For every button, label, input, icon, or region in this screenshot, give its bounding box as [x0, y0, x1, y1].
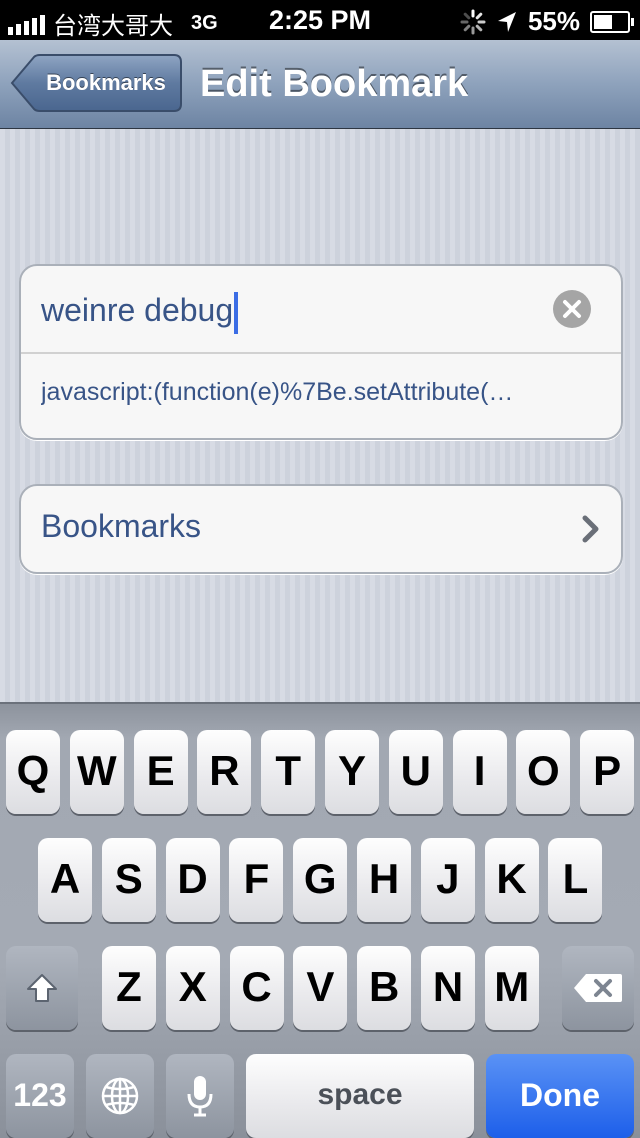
bookmark-fields-group: weinre debug javascript:(function(e)%7Be…: [19, 264, 623, 440]
globe-key[interactable]: [86, 1054, 154, 1138]
key-c[interactable]: C: [229, 946, 284, 1030]
text-caret: [234, 291, 239, 334]
edit-bookmark-form: weinre debug javascript:(function(e)%7Be…: [0, 129, 640, 702]
key-o[interactable]: O: [516, 730, 571, 814]
key-b[interactable]: B: [357, 946, 412, 1030]
shift-arrow-icon: [27, 974, 57, 1002]
url-field-row[interactable]: javascript:(function(e)%7Be.setAttribute…: [21, 354, 621, 438]
clear-x-icon: [563, 300, 581, 318]
navigation-bar: Bookmarks Edit Bookmark: [0, 40, 640, 129]
key-x[interactable]: X: [165, 946, 220, 1030]
key-g[interactable]: G: [293, 838, 348, 922]
shift-key[interactable]: [6, 946, 78, 1030]
key-d[interactable]: D: [165, 838, 220, 922]
numbers-key[interactable]: 123: [6, 1054, 74, 1138]
key-r[interactable]: R: [197, 730, 252, 814]
key-q[interactable]: Q: [6, 730, 60, 814]
key-h[interactable]: H: [357, 838, 411, 922]
status-right: 55%: [460, 6, 634, 37]
clear-text-button[interactable]: [553, 290, 591, 328]
key-p[interactable]: P: [580, 730, 635, 814]
space-key[interactable]: space: [246, 1054, 474, 1138]
key-l[interactable]: L: [548, 838, 603, 922]
key-m[interactable]: M: [484, 946, 539, 1030]
key-e[interactable]: E: [133, 730, 188, 814]
key-j[interactable]: J: [420, 838, 475, 922]
battery-icon: [590, 10, 634, 33]
key-t[interactable]: T: [261, 730, 316, 814]
microphone-icon: [187, 1076, 213, 1117]
key-n[interactable]: N: [421, 946, 475, 1030]
key-i[interactable]: I: [452, 730, 507, 814]
keyboard: QWERTYUIOP ASDFGHJKL ZXCVBNM 123 space D…: [0, 702, 640, 1138]
back-button[interactable]: Bookmarks: [10, 54, 182, 112]
folder-select-row[interactable]: Bookmarks: [19, 484, 623, 574]
backspace-icon: [574, 974, 622, 1002]
status-bar: 台湾大哥大 3G 2:25 PM 55%: [0, 0, 640, 40]
activity-spinner-icon: [460, 9, 486, 34]
key-k[interactable]: K: [484, 838, 539, 922]
delete-key[interactable]: [562, 946, 634, 1030]
key-f[interactable]: F: [229, 838, 284, 922]
key-s[interactable]: S: [101, 838, 156, 922]
back-button-label: Bookmarks: [46, 70, 166, 95]
page-title: Edit Bookmark: [200, 63, 469, 105]
dictation-key[interactable]: [166, 1054, 234, 1138]
title-field-row[interactable]: weinre debug: [21, 266, 621, 354]
folder-label: Bookmarks: [41, 508, 202, 544]
key-u[interactable]: U: [388, 730, 443, 814]
location-arrow-icon: [497, 11, 516, 32]
url-input[interactable]: javascript:(function(e)%7Be.setAttribute…: [41, 378, 601, 407]
key-y[interactable]: Y: [325, 730, 379, 814]
title-input[interactable]: weinre debug: [41, 290, 239, 334]
key-z[interactable]: Z: [102, 946, 156, 1030]
chevron-right-icon: [582, 515, 599, 543]
battery-percent: 55%: [527, 6, 580, 36]
key-w[interactable]: W: [69, 730, 124, 814]
key-a[interactable]: A: [38, 838, 92, 922]
title-input-value: weinre debug: [41, 292, 234, 328]
globe-icon: [101, 1077, 139, 1115]
done-key[interactable]: Done: [486, 1054, 634, 1138]
key-v[interactable]: V: [293, 946, 348, 1030]
